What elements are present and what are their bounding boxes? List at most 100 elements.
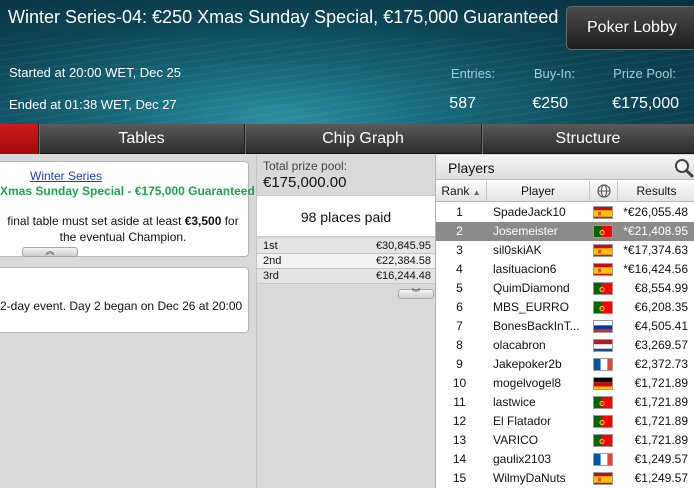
netherlands-flag-icon — [593, 339, 613, 352]
series-link[interactable]: Winter Series — [30, 169, 102, 183]
player-rank: 11 — [453, 395, 466, 409]
players-panel: Players Rank ▲ Player Results 1 SpadeJack… — [435, 155, 694, 488]
tournament-description-card: Winter Series Xmas Sunday Special - €175… — [0, 161, 255, 257]
player-rank: 4 — [456, 262, 463, 276]
prize-amount: €22,384.58 — [375, 255, 431, 267]
player-rank: 10 — [452, 376, 467, 390]
player-result: €1,721.89 — [634, 433, 688, 447]
player-name: WilmyDaNuts — [493, 471, 566, 485]
russia-flag-icon — [593, 320, 613, 333]
prizepool-label: Prize Pool: — [613, 66, 676, 81]
entries-label: Entries: — [450, 66, 495, 81]
player-row[interactable]: 11 lastwice €1,721.89 — [436, 393, 694, 412]
player-rank: 12 — [452, 414, 467, 428]
day-info-card: 2-day event. Day 2 began on Dec 26 at 20… — [0, 267, 249, 333]
player-rank: 5 — [456, 281, 463, 295]
spain-flag-icon — [593, 244, 613, 257]
tab-bar: Tables Chip Graph Structure — [0, 124, 694, 154]
prize-amount: €30,845.95 — [375, 240, 431, 252]
player-name: lastwice — [493, 395, 536, 409]
player-row[interactable]: 10 mogelvogel8 €1,721.89 — [436, 374, 694, 393]
portugal-flag-icon — [593, 282, 613, 295]
prize-row: 3rd €16,244.48 — [257, 269, 435, 284]
spain-flag-icon — [593, 263, 613, 276]
france-flag-icon — [593, 358, 613, 371]
portugal-flag-icon — [593, 225, 613, 238]
player-row[interactable]: 2 Josemeister *€21,408.95 — [436, 222, 694, 241]
prize-pool-panel: Total prize pool: €175,000.00 98 places … — [256, 155, 435, 488]
tab-chip-graph[interactable]: Chip Graph — [244, 124, 481, 154]
player-name: gaulix2103 — [493, 452, 552, 466]
tournament-subtitle: Xmas Sunday Special - €175,000 Guarantee… — [0, 184, 255, 198]
player-row[interactable]: 15 WilmyDaNuts €1,249.57 — [436, 469, 694, 488]
player-result: €1,721.89 — [634, 414, 688, 428]
country-column-header[interactable] — [590, 181, 618, 202]
prize-place: 3rd — [263, 270, 279, 282]
tournament-info-panel: Winter Series Xmas Sunday Special - €175… — [0, 155, 255, 488]
player-row[interactable]: 7 BonesBackInT... €4,505.41 — [436, 317, 694, 336]
player-row[interactable]: 9 Jakepoker2b €2,372.73 — [436, 355, 694, 374]
players-header: Players — [436, 155, 694, 180]
player-result: €8,554.99 — [634, 281, 688, 295]
player-row[interactable]: 13 VARICO €1,721.89 — [436, 431, 694, 450]
player-rank: 8 — [456, 338, 463, 352]
portugal-flag-icon — [593, 301, 613, 314]
prize-row: 1st €30,845.95 — [257, 239, 435, 254]
results-column-header[interactable]: Results — [618, 181, 694, 202]
player-name: sil0skiAK — [493, 243, 542, 257]
tab-info[interactable] — [0, 124, 38, 154]
player-row[interactable]: 3 sil0skiAK *€17,374.63 — [436, 241, 694, 260]
player-rank: 2 — [456, 224, 463, 238]
rank-column-header[interactable]: Rank ▲ — [436, 181, 487, 202]
player-rank: 14 — [452, 452, 467, 466]
player-row[interactable]: 12 El Flatador €1,721.89 — [436, 412, 694, 431]
search-icon — [675, 159, 694, 178]
chevron-down-icon: ︾ — [411, 288, 421, 298]
player-row[interactable]: 4 lasituacion6 *€16,424.56 — [436, 260, 694, 279]
player-name: mogelvogel8 — [493, 376, 562, 390]
player-result: *€16,424.56 — [623, 262, 688, 276]
entries-value: 587 — [449, 95, 476, 112]
player-column-header[interactable]: Player — [487, 181, 590, 202]
collapse-button[interactable]: ︽ — [22, 247, 78, 257]
player-name: QuimDiamond — [493, 281, 570, 295]
total-prize-label: Total prize pool: — [263, 159, 348, 173]
player-name: El Flatador — [493, 414, 552, 428]
player-rank: 3 — [456, 243, 463, 257]
special-dash: - — [124, 184, 135, 198]
champion-requirement: final table must set aside at least €3,5… — [0, 213, 246, 245]
tab-structure[interactable]: Structure — [481, 124, 694, 154]
player-row[interactable]: 8 olacabron €3,269.57 — [436, 336, 694, 355]
player-rank: 1 — [456, 205, 463, 219]
player-result: *€26,055.48 — [623, 205, 688, 219]
prize-place: 1st — [263, 240, 278, 252]
player-rank: 9 — [456, 357, 463, 371]
player-row[interactable]: 5 QuimDiamond €8,554.99 — [436, 279, 694, 298]
player-rank: 15 — [452, 471, 467, 485]
player-result: €6,208.35 — [634, 300, 688, 314]
chevron-up-icon: ︽ — [45, 246, 55, 256]
player-row[interactable]: 6 MBS_EURRO €6,208.35 — [436, 298, 694, 317]
spain-flag-icon — [593, 206, 613, 219]
total-prize-value: €175,000.00 — [263, 174, 347, 191]
player-result: €1,249.57 — [634, 452, 688, 466]
player-row[interactable]: 14 gaulix2103 €1,249.57 — [436, 450, 694, 469]
prize-place: 2nd — [263, 255, 282, 267]
player-name: Josemeister — [493, 224, 558, 238]
tab-tables[interactable]: Tables — [38, 124, 244, 154]
start-time: Started at 20:00 WET, Dec 25 — [9, 65, 181, 80]
special-guarantee: €175,000 Guaranteed — [134, 184, 255, 198]
players-title: Players — [448, 160, 495, 176]
buyin-label: Buy-In: — [533, 66, 575, 81]
poker-lobby-button[interactable]: Poker Lobby — [566, 6, 694, 50]
player-result: *€21,408.95 — [623, 224, 688, 238]
prize-amount: €16,244.48 — [375, 270, 431, 282]
player-row[interactable]: 1 SpadeJack10 *€26,055.48 — [436, 203, 694, 222]
portugal-flag-icon — [593, 396, 613, 409]
req-amount: €3,500 — [184, 214, 222, 228]
expand-prizes-button[interactable]: ︾ — [398, 289, 434, 299]
player-name: Jakepoker2b — [493, 357, 562, 371]
prize-row: 2nd €22,384.58 — [257, 254, 435, 269]
player-name: BonesBackInT... — [493, 319, 580, 333]
search-button[interactable] — [672, 157, 694, 178]
